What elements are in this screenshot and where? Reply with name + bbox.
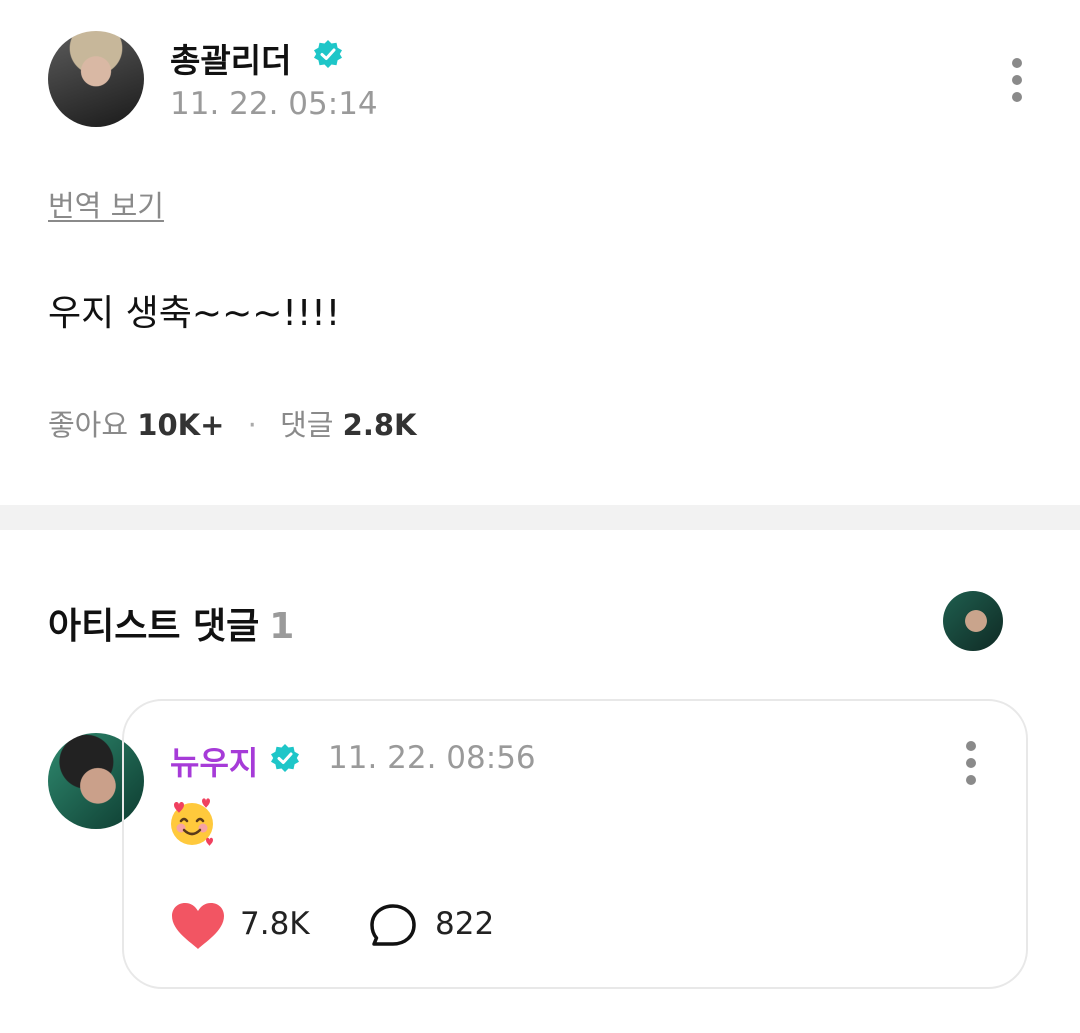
comments-label: 댓글: [280, 408, 334, 442]
verified-badge-icon: [271, 744, 299, 772]
artist-comments-title: 아티스트 댓글: [48, 606, 260, 647]
comment-like-count: 7.8K: [240, 906, 310, 942]
post-timestamp: 11. 22. 05:14: [170, 86, 378, 122]
comment-timestamp: 11. 22. 08:56: [328, 740, 536, 776]
post-author-name[interactable]: 총괄리더: [170, 34, 291, 82]
likes-count[interactable]: 10K+: [137, 408, 224, 442]
speech-bubble-icon[interactable]: [368, 902, 418, 950]
smiling-face-with-hearts-emoji: [171, 798, 213, 846]
comment-reply-count: 822: [435, 906, 495, 942]
comment-more-options-icon[interactable]: [964, 741, 978, 789]
separator-dot: ·: [247, 408, 257, 442]
post-stats: 좋아요 10K+ · 댓글 2.8K: [48, 402, 417, 444]
comment-author-name[interactable]: 뉴우지: [170, 738, 258, 784]
section-divider: [0, 505, 1080, 530]
heart-icon[interactable]: [170, 901, 226, 951]
comments-count[interactable]: 2.8K: [343, 408, 417, 442]
more-options-icon[interactable]: [1010, 58, 1024, 106]
artist-comments-count: 1: [269, 606, 295, 647]
post-author-avatar[interactable]: [48, 31, 144, 127]
post-text: 우지 생축~~~!!!!: [48, 293, 341, 334]
artist-filter-avatar[interactable]: [943, 591, 1003, 651]
verified-badge-icon: [314, 40, 342, 68]
translate-link[interactable]: 번역 보기: [48, 183, 164, 225]
artist-comments-heading: 아티스트 댓글 1: [48, 597, 294, 649]
likes-label: 좋아요: [48, 408, 129, 442]
